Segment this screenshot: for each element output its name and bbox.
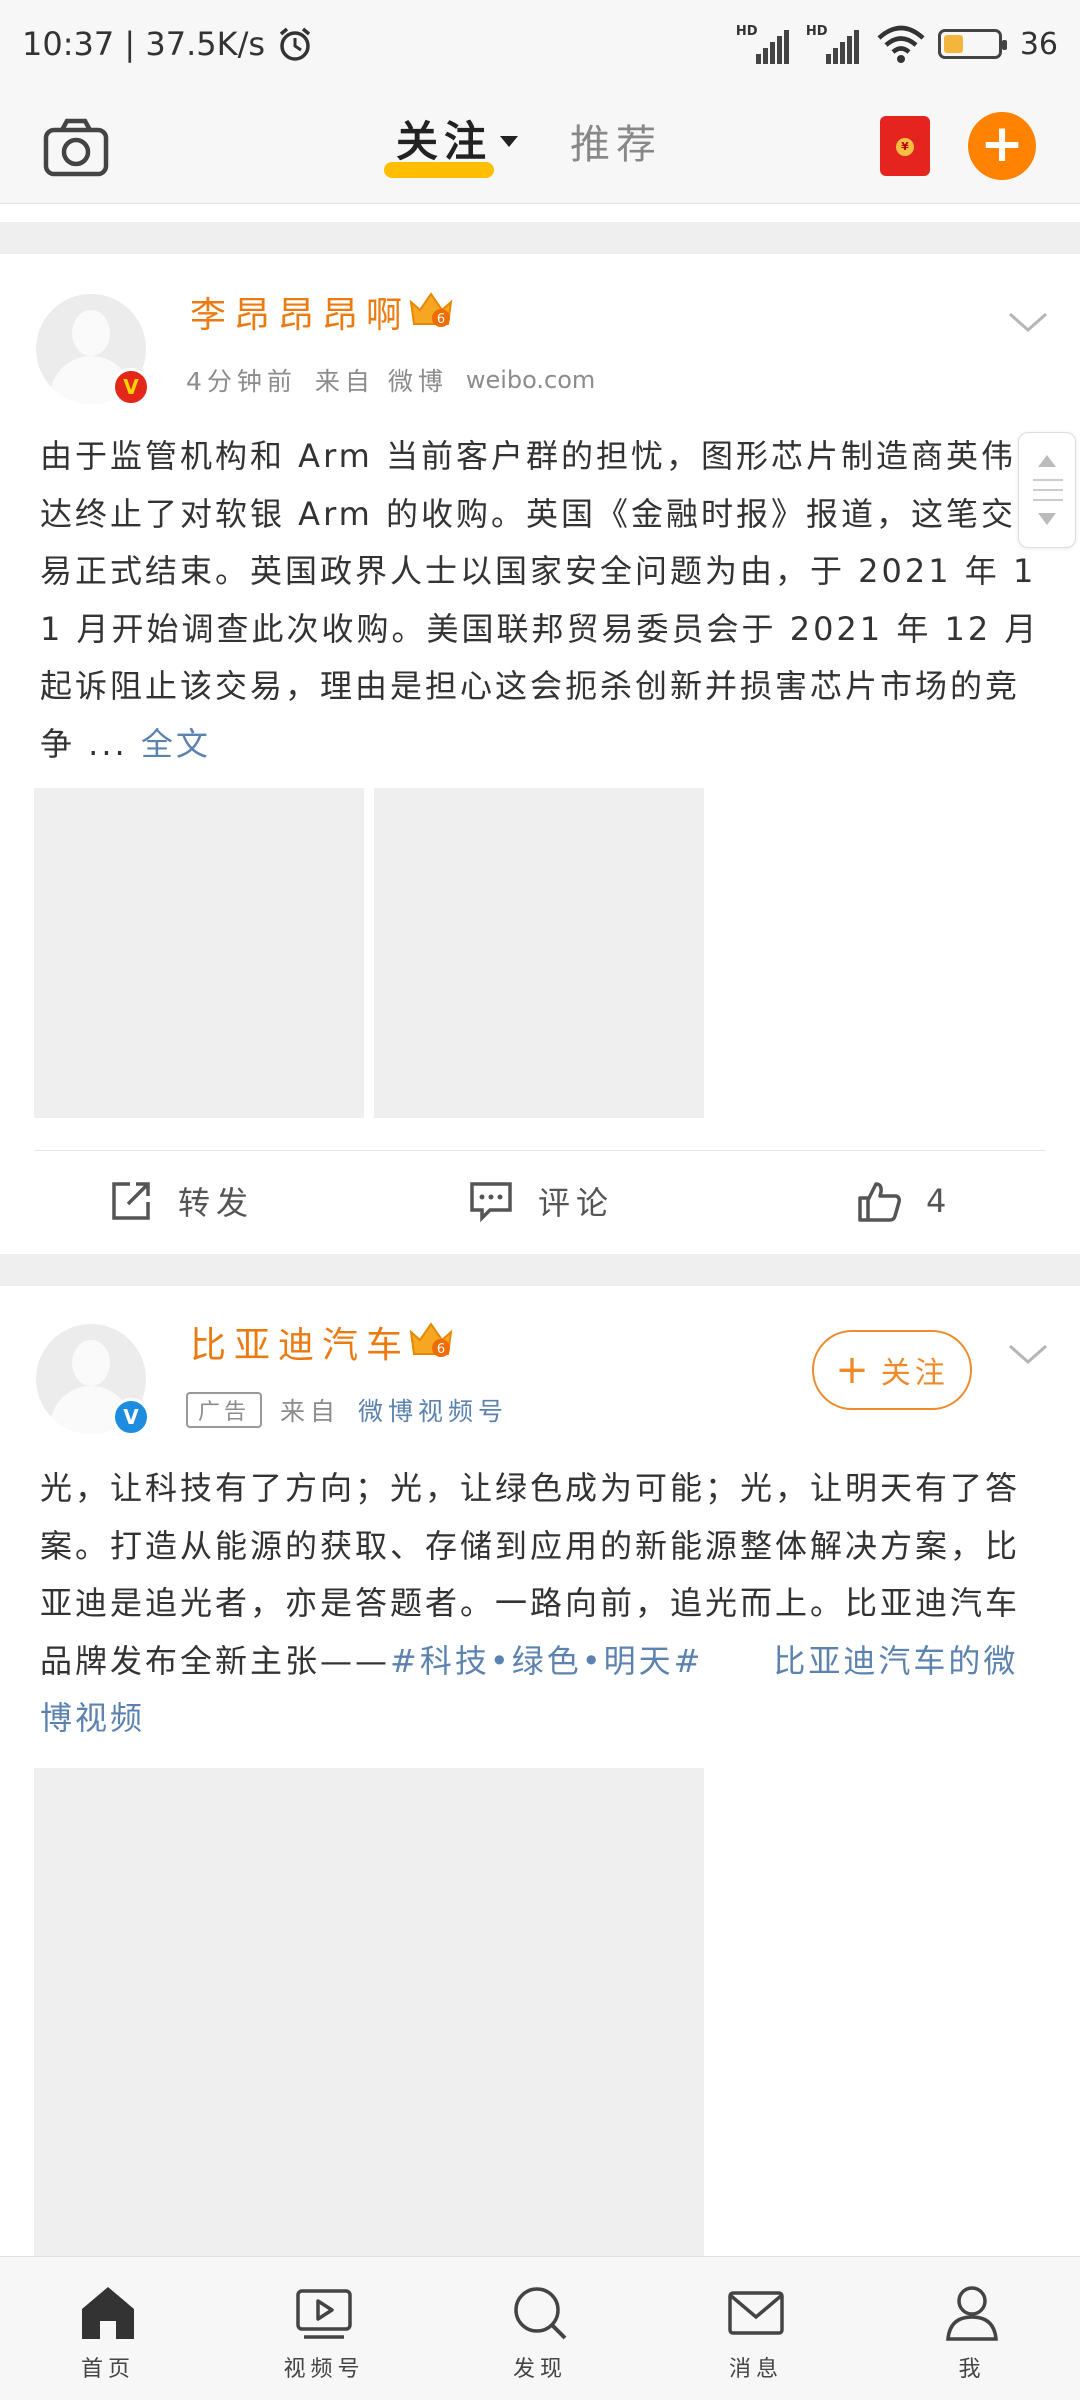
post-body: 由于监管机构和 Arm 当前客户群的担忧，图形芯片制造商英伟达终止了对软银 Ar…	[40, 428, 1044, 773]
tab-home[interactable]: 首页	[38, 2283, 178, 2383]
read-more-link[interactable]: 全文	[141, 725, 211, 763]
video-icon	[296, 2289, 352, 2339]
thumbs-up-icon	[858, 1182, 901, 1222]
tab-profile[interactable]: 我	[902, 2283, 1042, 2383]
status-bar: 10:37 | 37.5K/s HD HD 36	[0, 0, 1080, 92]
battery-percent: 36	[1019, 26, 1058, 62]
scroll-down-icon	[1038, 513, 1056, 525]
battery-fill	[943, 35, 963, 53]
post-body: 光，让科技有了方向；光，让绿色成为可能；光，让明天有了答案。打造从能源的获取、存…	[40, 1460, 1044, 1748]
tab-profile-label: 我	[958, 2357, 986, 2382]
battery-icon	[937, 29, 1007, 59]
post-card[interactable]: V 李昂昂昂啊 6 4分钟前 来自 微博 weibo.com 由于监管机构和 A…	[0, 254, 1080, 1254]
username[interactable]: 比亚迪汽车	[190, 1316, 410, 1368]
status-right: HD HD 36	[736, 24, 1058, 64]
scroll-up-icon	[1038, 455, 1056, 467]
signal-icon: HD	[736, 24, 794, 64]
signal-icon: HD	[806, 24, 864, 64]
tab-follow-label: 关注	[396, 117, 493, 166]
svg-text:6: 6	[437, 1342, 445, 1357]
wifi-icon	[877, 25, 925, 63]
plus-icon: +	[835, 1347, 873, 1393]
camera-icon[interactable]	[40, 112, 112, 184]
post-meta: 4分钟前 来自 微博 weibo.com	[186, 362, 595, 398]
status-time: 10:37 | 37.5K/s	[22, 25, 266, 63]
tab-home-label: 首页	[80, 2357, 135, 2382]
home-icon	[82, 2287, 134, 2339]
post-image[interactable]	[374, 788, 704, 1118]
follow-label: 关注	[880, 1356, 949, 1391]
follow-button[interactable]: + 关注	[812, 1330, 972, 1410]
repost-label: 转发	[178, 1184, 255, 1222]
coin-icon: ¥	[896, 138, 914, 156]
tab-recommend[interactable]: 推荐	[570, 112, 662, 170]
red-packet-icon[interactable]: ¥	[880, 116, 930, 176]
tab-video-label: 视频号	[283, 2357, 365, 2382]
like-button[interactable]: 4	[856, 1178, 952, 1224]
post-video-thumbnail[interactable]	[34, 1768, 704, 2256]
username[interactable]: 李昂昂昂啊	[190, 286, 410, 338]
tab-follow[interactable]: 关注	[396, 108, 519, 169]
like-count: 4	[926, 1182, 953, 1220]
comment-label: 评论	[538, 1184, 615, 1222]
chevron-down-icon[interactable]	[1008, 1342, 1048, 1366]
post-source: weibo.com	[465, 366, 596, 394]
hashtag-link[interactable]: #科技•绿色•明天#	[390, 1642, 703, 1680]
verified-badge-icon: V	[112, 1398, 150, 1436]
post-source-prefix: 来自 微博	[314, 367, 448, 396]
alarm-icon	[279, 27, 311, 61]
top-nav: 关注 推荐 ¥ +	[0, 92, 1080, 204]
post-meta: 广告 来自 微博视频号	[186, 1392, 508, 1428]
crown-level-icon: 6	[409, 1322, 453, 1357]
repost-button[interactable]: 转发	[108, 1178, 254, 1224]
post-source-link[interactable]: 微博视频号	[358, 1392, 508, 1428]
verified-badge-icon: V	[112, 368, 150, 406]
feed-separator	[0, 222, 1080, 254]
caret-down-icon	[500, 136, 519, 147]
comment-icon	[470, 1182, 512, 1223]
discover-icon	[514, 2287, 567, 2340]
divider	[34, 1150, 1046, 1151]
repost-icon	[112, 1182, 150, 1220]
ad-badge: 广告	[186, 1392, 263, 1428]
tab-discover-label: 发现	[512, 2357, 567, 2382]
post-text: 由于监管机构和 Arm 当前客户群的担忧，图形芯片制造商英伟达终止了对软银 Ar…	[40, 437, 1040, 763]
tab-messages[interactable]: 消息	[686, 2283, 826, 2383]
profile-icon	[946, 2286, 998, 2341]
feed-separator	[0, 1254, 1080, 1286]
tab-messages-label: 消息	[728, 2357, 783, 2382]
scroll-handle[interactable]	[1018, 432, 1076, 548]
comment-button[interactable]: 评论	[468, 1178, 614, 1224]
post-source-prefix: 来自	[280, 1397, 341, 1426]
post-time: 4分钟前	[186, 367, 297, 396]
svg-text:6: 6	[437, 312, 445, 327]
post-image[interactable]	[34, 788, 364, 1118]
crown-level-icon: 6	[409, 292, 453, 327]
compose-button[interactable]: +	[968, 112, 1036, 180]
tab-discover[interactable]: 发现	[470, 2283, 610, 2383]
message-icon	[728, 2291, 784, 2335]
tab-video[interactable]: 视频号	[254, 2283, 394, 2383]
post-card[interactable]: V 比亚迪汽车 6 广告 来自 微博视频号 + 关注 光，让科技有了方向；光，让…	[0, 1286, 1080, 2256]
bottom-tab-bar: 首页 视频号 发现 消息 我	[0, 2256, 1080, 2400]
status-left: 10:37 | 37.5K/s	[22, 24, 315, 64]
chevron-down-icon[interactable]	[1008, 310, 1048, 334]
